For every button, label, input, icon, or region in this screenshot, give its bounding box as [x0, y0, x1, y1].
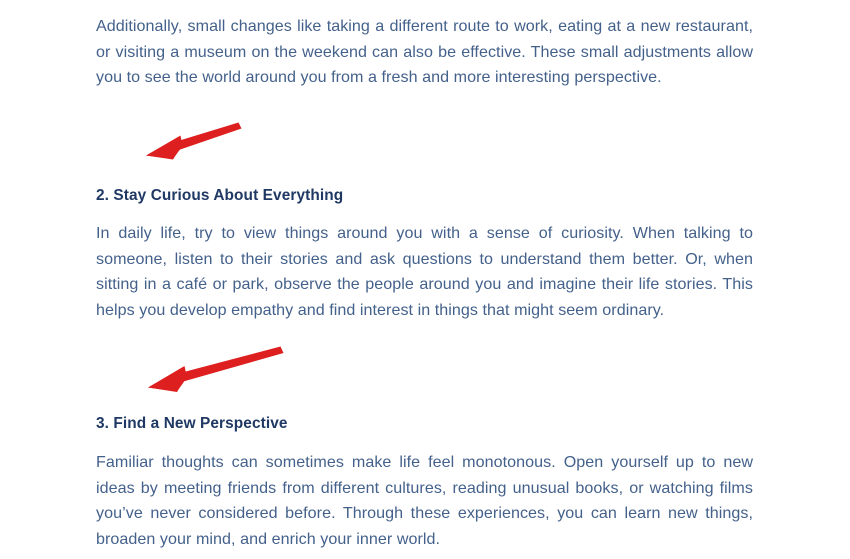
heading-block-3: 3. Find a New Perspective — [96, 413, 753, 435]
heading-find-a-new-perspective: 3. Find a New Perspective — [96, 415, 288, 432]
paragraph-in-daily-life-curiosity: In daily life, try to view things around… — [96, 224, 753, 319]
paragraph-additionally-small-changes: Additionally, small changes like taking … — [96, 17, 753, 87]
arrow-2-geometry — [148, 346, 284, 392]
paragraph-block-1: Additionally, small changes like taking … — [96, 14, 753, 91]
heading-stay-curious-about-everything: 2. Stay Curious About Everything — [96, 187, 344, 204]
red-arrow-icon-1 — [146, 122, 242, 160]
heading-block-2: 2. Stay Curious About Everything — [96, 185, 753, 207]
arrow-1-geometry — [146, 122, 242, 160]
paragraph-familiar-thoughts-monotonous: Familiar thoughts can sometimes make lif… — [96, 453, 753, 548]
red-arrow-icon-2 — [148, 346, 284, 392]
paragraph-block-3: Familiar thoughts can sometimes make lif… — [96, 450, 753, 552]
paragraph-block-2: In daily life, try to view things around… — [96, 221, 753, 323]
document-page: Additionally, small changes like taking … — [0, 0, 850, 559]
